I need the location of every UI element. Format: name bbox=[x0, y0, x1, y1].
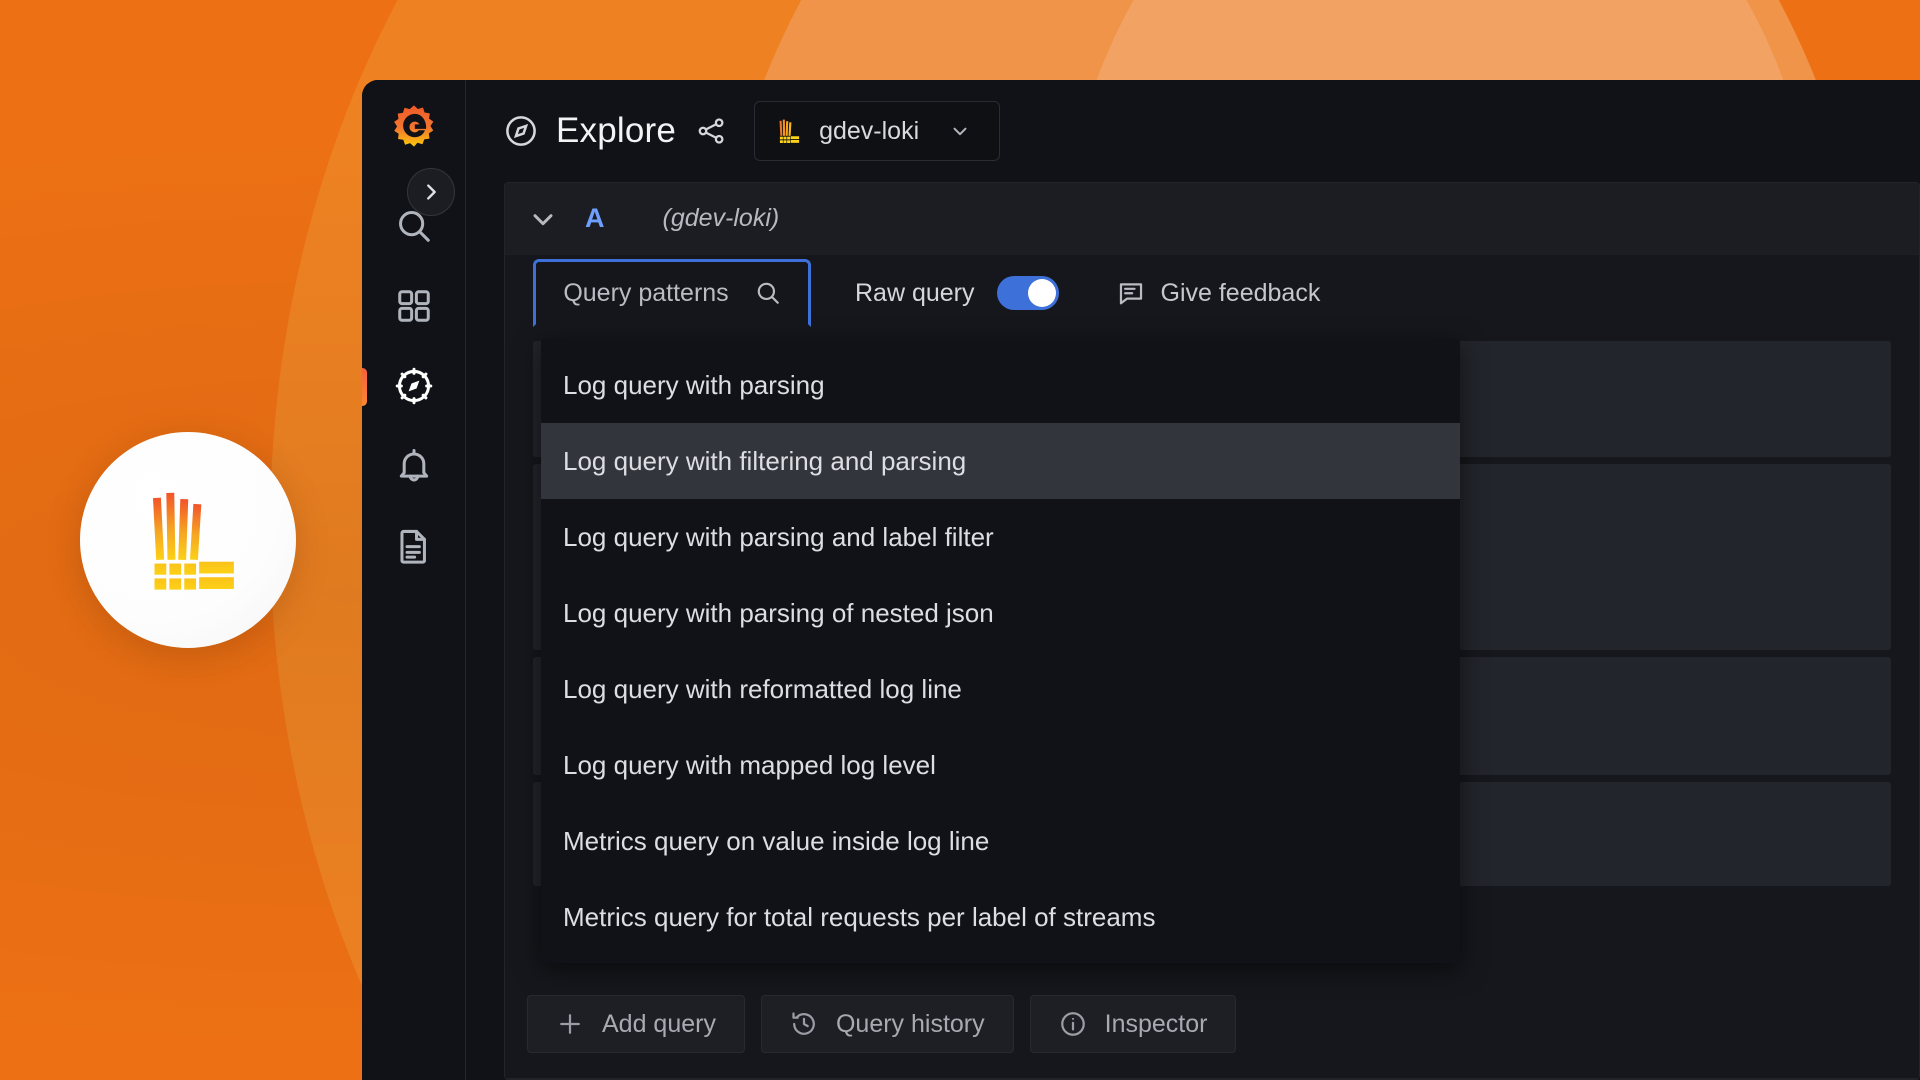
give-feedback-button[interactable]: Give feedback bbox=[1117, 278, 1321, 308]
give-feedback-label: Give feedback bbox=[1160, 278, 1321, 307]
inspector-label: Inspector bbox=[1104, 1009, 1208, 1038]
loki-logo-badge bbox=[80, 432, 296, 648]
query-row-header: A (gdev-loki) bbox=[505, 183, 1919, 255]
chevron-right-icon bbox=[427, 184, 436, 200]
grafana-logo-icon[interactable] bbox=[392, 104, 436, 148]
loki-logo-icon bbox=[152, 492, 234, 590]
nav-rail bbox=[362, 80, 466, 1080]
top-bar: Explore gdev-loki bbox=[466, 80, 1920, 182]
sidebar-item-dashboards[interactable] bbox=[362, 266, 466, 346]
compass-icon bbox=[506, 116, 536, 146]
menu-item[interactable]: Log query with reformatted log line bbox=[541, 651, 1460, 727]
dashboards-icon bbox=[397, 290, 430, 322]
page-title: Explore bbox=[556, 111, 677, 150]
query-history-label: Query history bbox=[835, 1009, 985, 1038]
menu-item[interactable]: Log query with filtering and parsing bbox=[541, 423, 1460, 499]
add-query-button[interactable]: Add query bbox=[527, 995, 745, 1053]
nav-collapse-button[interactable] bbox=[407, 168, 455, 216]
raw-query-group: Raw query bbox=[855, 276, 1059, 310]
datasource-picker[interactable]: gdev-loki bbox=[754, 101, 1001, 161]
query-toolbar: Query patterns Raw query Give feedback bbox=[505, 255, 1919, 331]
query-editor-body: Query patterns Raw query Give feedback L… bbox=[505, 255, 1919, 1079]
add-query-label: Add query bbox=[602, 1009, 716, 1038]
main-content: Explore gdev-loki A (gdev-loki) Query pa… bbox=[466, 80, 1920, 1080]
editor-bottom-rule bbox=[505, 1078, 1919, 1079]
grafana-app-window: Explore gdev-loki A (gdev-loki) Query pa… bbox=[362, 80, 1920, 1080]
document-icon bbox=[399, 529, 426, 564]
menu-item[interactable]: Log query with mapped log level bbox=[541, 727, 1460, 803]
query-history-button[interactable]: Query history bbox=[760, 995, 1014, 1053]
raw-query-toggle[interactable] bbox=[996, 276, 1059, 310]
chevron-down-icon bbox=[953, 127, 967, 136]
compass-icon bbox=[395, 367, 432, 405]
query-patterns-menu: Log query with parsing Log query with fi… bbox=[541, 339, 1460, 963]
loki-logo-icon bbox=[779, 119, 800, 143]
plus-icon bbox=[560, 1014, 580, 1034]
share-nodes-icon bbox=[698, 118, 724, 144]
query-patterns-button[interactable]: Query patterns bbox=[533, 259, 811, 327]
sidebar-item-documents[interactable] bbox=[362, 506, 466, 586]
query-patterns-label: Query patterns bbox=[563, 278, 729, 307]
datasource-name: gdev-loki bbox=[819, 116, 920, 145]
query-row-datasource: (gdev-loki) bbox=[662, 204, 780, 232]
inspector-button[interactable]: Inspector bbox=[1029, 995, 1237, 1053]
query-ref-id[interactable]: A bbox=[585, 203, 605, 234]
menu-item[interactable]: Metrics query for total requests per lab… bbox=[541, 879, 1460, 955]
chevron-down-icon[interactable] bbox=[527, 203, 559, 235]
sidebar-item-explore[interactable] bbox=[362, 346, 466, 426]
share-button[interactable] bbox=[696, 116, 726, 146]
history-icon bbox=[792, 1012, 815, 1035]
info-circle-icon bbox=[1060, 1012, 1085, 1036]
menu-item[interactable]: Log query with parsing of nested json bbox=[541, 575, 1460, 651]
menu-item[interactable]: Log query with parsing and label filter bbox=[541, 499, 1460, 575]
sidebar-item-alerting[interactable] bbox=[362, 426, 466, 506]
search-icon bbox=[757, 282, 779, 304]
comment-icon bbox=[1119, 283, 1142, 305]
menu-item[interactable]: Metrics query on value inside log line bbox=[541, 803, 1460, 879]
bell-icon bbox=[399, 448, 428, 482]
query-actions-bar: Add query Query history Inspector bbox=[527, 995, 1237, 1053]
query-editor: A (gdev-loki) Query patterns Raw query G… bbox=[504, 182, 1920, 1080]
menu-item[interactable]: Log query with parsing bbox=[541, 347, 1460, 423]
raw-query-label: Raw query bbox=[855, 278, 975, 307]
